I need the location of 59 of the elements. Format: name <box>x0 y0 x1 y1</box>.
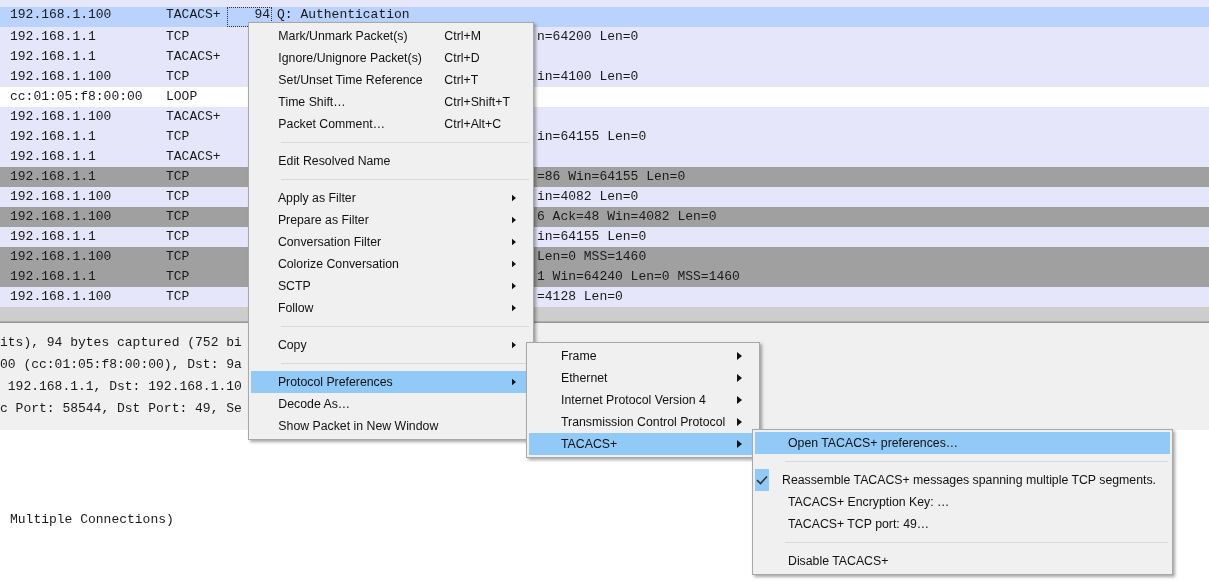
protocol-cell-text: TCP <box>166 268 191 286</box>
protocol-cell-text: LOOP <box>166 88 199 106</box>
source-cell-text: 192.168.1.100 <box>10 68 113 86</box>
bytes-line: Multiple Connections) <box>10 511 174 529</box>
protocol-cell-text: TCP <box>166 168 191 186</box>
info-cell-text: =86 Win=64155 Len=0 <box>537 168 687 186</box>
source-cell-text: 192.168.1.1 <box>10 128 97 146</box>
info-cell-text: 6 Ack=48 Win=4082 Len=0 <box>537 208 718 226</box>
source-cell-text: 192.168.1.1 <box>10 268 97 286</box>
menu-item[interactable]: Ethernet <box>529 367 757 389</box>
source-cell-text: cc:01:05:f8:00:00 <box>10 88 144 106</box>
source-cell-text: 192.168.1.100 <box>10 248 113 266</box>
menu-item[interactable]: Mark/Unmark Packet(s) Ctrl+M <box>251 25 531 47</box>
detail-line[interactable]: 00 (cc:01:05:f8:00:00), Dst: 9a <box>0 354 242 376</box>
packet-row[interactable]: 192.168.1.100 TACACS+ 94 Q: Authentication <box>0 7 1209 27</box>
protocol-cell-text: TCP <box>166 68 191 86</box>
info-cell-text: 1 Win=64240 Len=0 MSS=1460 <box>537 268 741 286</box>
protocol-cell-text: TCP <box>166 208 191 226</box>
protocol-cell-text: TACACS+ <box>166 7 222 24</box>
protocol-cell-text: TCP <box>166 228 191 246</box>
info-cell-text: in=64155 Len=0 <box>537 128 648 146</box>
source-cell-text: 192.168.1.100 <box>10 208 113 226</box>
menu-item[interactable]: Disable TACACS+ <box>755 550 1170 572</box>
source-cell-text: 192.168.1.100 <box>10 7 113 24</box>
detail-line[interactable]: its), 94 bytes captured (752 bi <box>0 332 242 354</box>
source-cell-text: 192.168.1.100 <box>10 108 113 126</box>
protocol-cell-text: TCP <box>166 288 191 306</box>
source-cell-text: 192.168.1.1 <box>10 148 97 166</box>
protocol-cell-text: TACACS+ <box>166 108 222 126</box>
info-cell-text: in=4100 Len=0 <box>537 68 640 86</box>
menu-item[interactable]: Transmission Control Protocol <box>529 411 757 433</box>
protocol-cell-text: TCP <box>166 248 191 266</box>
protocol-cell-text: TACACS+ <box>166 48 222 66</box>
info-cell-text: Len=0 MSS=1460 <box>537 248 648 266</box>
protocol-cell-text: TCP <box>166 28 191 46</box>
source-cell-text: 192.168.1.1 <box>10 28 97 46</box>
detail-line[interactable]: 192.168.1.1, Dst: 192.168.1.10 <box>0 376 242 398</box>
source-cell-text: 192.168.1.100 <box>10 188 113 206</box>
info-cell-text: =4128 Len=0 <box>537 288 624 306</box>
menu-item[interactable]: Apply as Filter <box>251 187 531 209</box>
info-cell-text: in=4082 Len=0 <box>537 188 640 206</box>
menu-item[interactable]: Internet Protocol Version 4 <box>529 389 757 411</box>
source-cell-text: 192.168.1.1 <box>10 168 97 186</box>
info-cell-text: in=64155 Len=0 <box>537 228 648 246</box>
source-cell-text: 192.168.1.1 <box>10 228 97 246</box>
source-cell-text: 192.168.1.1 <box>10 48 97 66</box>
menu-item[interactable]: Reassemble TACACS+ messages spanning multiple TCP segments. <box>755 469 1170 491</box>
protocol-cell-text: TACACS+ <box>166 148 222 166</box>
protocol-cell-text: TCP <box>166 128 191 146</box>
info-cell-text: Q: Authentication <box>277 7 411 24</box>
menu-item[interactable]: TACACS+ Encryption Key: … <box>755 491 1170 513</box>
menu-item[interactable]: TACACS+ TCP port: 49… <box>755 513 1170 535</box>
menu-item[interactable]: Ignore/Unignore Packet(s) Ctrl+D <box>251 47 531 69</box>
protocol-cell-text: TCP <box>166 188 191 206</box>
info-cell-text: n=64200 Len=0 <box>537 28 640 46</box>
menu-item[interactable]: Open TACACS+ preferences… <box>755 432 1170 454</box>
source-cell-text: 192.168.1.100 <box>10 288 113 306</box>
menu-item[interactable]: Frame <box>529 345 757 367</box>
detail-line[interactable]: c Port: 58544, Dst Port: 49, Se <box>0 398 242 420</box>
